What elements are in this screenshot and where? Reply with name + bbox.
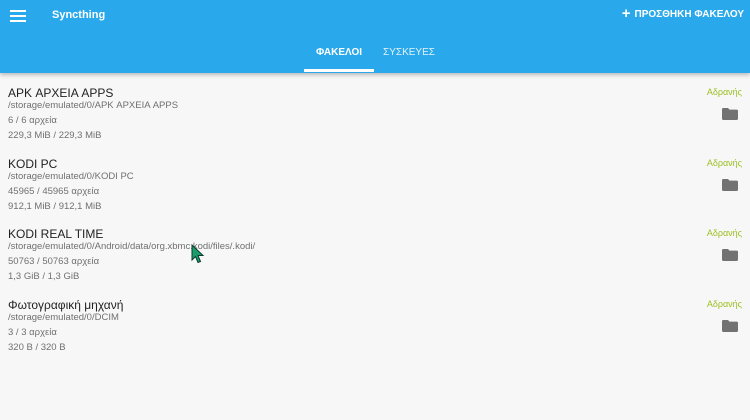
folder-icon xyxy=(722,108,738,120)
folder-icon xyxy=(722,178,738,191)
folder-path: /storage/emulated/0/KODI PC xyxy=(8,170,134,182)
folder-size: 912,1 MiB / 912,1 MiB xyxy=(8,200,102,212)
app-title: Syncthing xyxy=(52,9,106,21)
folder-size: 1,3 GiB / 1,3 GiB xyxy=(8,271,80,282)
add-folder-label: ΠΡΟΣΘΗΚΗ ΦΑΚΕΛΟΥ xyxy=(634,8,744,20)
tab-devices[interactable]: ΣΥΣΚΕΥΕΣ xyxy=(374,47,444,73)
folder-path: /storage/emulated/0/DCIM xyxy=(8,311,119,323)
folder-name: KODI PC xyxy=(8,156,58,171)
folder-size: 320 B / 320 B xyxy=(8,341,66,353)
folder-status: Αδρανής xyxy=(706,228,742,238)
folder-name: Φωτογραφική μηχανή xyxy=(8,297,124,312)
folder-status: Αδρανής xyxy=(706,298,742,309)
folder-row[interactable]: APK ΑΡΧΕΙΑ APPS /storage/emulated/0/APK … xyxy=(0,73,750,144)
add-folder-button[interactable]: + ΠΡΟΣΘΗΚΗ ΦΑΚΕΛΟΥ xyxy=(621,5,744,22)
folder-path: /storage/emulated/0/APK ΑΡΧΕΙΑ APPS xyxy=(8,100,179,111)
folder-file-count: 3 / 3 αρχεία xyxy=(8,326,57,338)
folder-row[interactable]: KODI PC /storage/emulated/0/KODI PC 4596… xyxy=(0,144,750,215)
folder-row[interactable]: KODI REAL TIME /storage/emulated/0/Andro… xyxy=(0,214,750,285)
active-tab-indicator xyxy=(304,69,374,72)
folder-status: Αδρανής xyxy=(706,157,742,168)
folder-file-count: 45965 / 45965 αρχεία xyxy=(8,185,100,197)
folder-row[interactable]: Φωτογραφική μηχανή /storage/emulated/0/D… xyxy=(0,285,750,356)
tab-bar: ΦΑΚΕΛΟΙ ΣΥΣΚΕΥΕΣ xyxy=(0,40,750,73)
folder-name: KODI REAL TIME xyxy=(8,227,104,241)
folder-icon xyxy=(722,319,738,332)
folder-path: /storage/emulated/0/Android/data/org.xbm… xyxy=(8,241,256,252)
mouse-cursor-icon xyxy=(191,244,205,264)
folder-status: Αδρανής xyxy=(706,87,742,97)
folder-icon xyxy=(722,249,738,261)
folder-name: APK ΑΡΧΕΙΑ APPS xyxy=(8,86,114,100)
app-bar: Syncthing + ΠΡΟΣΘΗΚΗ ΦΑΚΕΛΟΥ ΦΑΚΕΛΟΙ ΣΥΣ… xyxy=(0,0,750,73)
plus-icon: + xyxy=(621,5,631,22)
folder-list: APK ΑΡΧΕΙΑ APPS /storage/emulated/0/APK … xyxy=(0,73,750,355)
hamburger-menu-icon[interactable] xyxy=(10,10,26,22)
folder-file-count: 50763 / 50763 αρχεία xyxy=(8,256,100,267)
folder-file-count: 6 / 6 αρχεία xyxy=(8,115,57,126)
folder-size: 229,3 MiB / 229,3 MiB xyxy=(8,130,102,141)
